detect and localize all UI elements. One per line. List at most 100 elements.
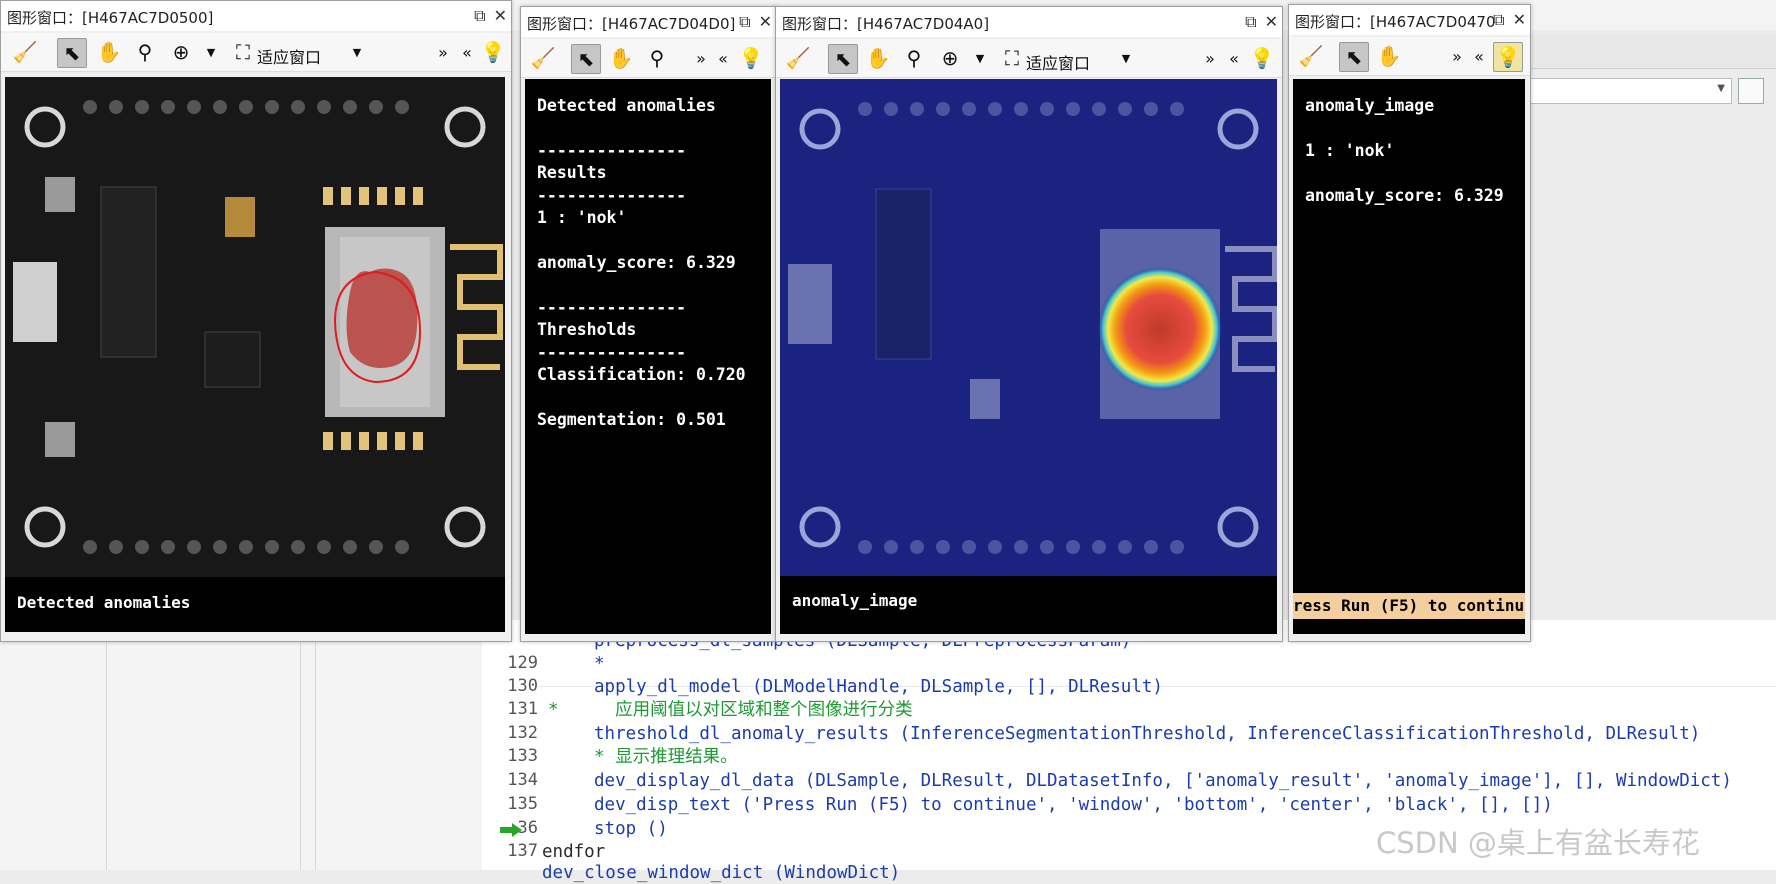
line-number: 133 [507, 746, 538, 766]
chevron-down-icon[interactable]: ▼ [197, 38, 225, 66]
hand-pan-icon[interactable]: ✋ [607, 44, 635, 72]
results-heading: Detected anomalies [537, 96, 716, 115]
collapse-icon[interactable]: « [453, 38, 481, 66]
line-number: 129 [507, 653, 538, 673]
anomaly-heat-region [1098, 267, 1222, 391]
zoom-in-icon[interactable]: ⊕ [167, 38, 195, 66]
window-toolbar: 🧹 ⬉ ✋ ⚲ » « 💡 [521, 39, 776, 78]
graphics-window-2[interactable]: 图形窗口：[H467AC7D04D0] ⧉ ✕ 🧹 ⬉ ✋ ⚲ » « 💡 Det… [520, 6, 777, 642]
pointer-icon[interactable]: ⬉ [1339, 42, 1369, 72]
clear-broom-icon[interactable]: 🧹 [1297, 42, 1325, 70]
bulb-icon[interactable]: 💡 [1248, 44, 1276, 72]
heatmap-image [780, 79, 1278, 576]
hand-pan-icon[interactable]: ✋ [1375, 42, 1403, 70]
zoom-in-icon[interactable]: ⊕ [936, 44, 964, 72]
window-titlebar[interactable]: 图形窗口：[H467AC7D04A0] ⧉ ✕ [776, 7, 1282, 37]
score-line: anomaly_score: 6.329 [537, 253, 736, 272]
window-title: 图形窗口：[H467AC7D04A0] [782, 15, 990, 33]
watermark: CSDN @桌上有盆长寿花 [1376, 826, 1700, 860]
restore-icon[interactable]: ⧉ [1245, 12, 1256, 32]
code-line[interactable]: endfor [542, 841, 605, 863]
image-canvas[interactable]: anomaly_image [780, 79, 1278, 634]
chevron-down-icon: ▼ [1717, 83, 1725, 94]
line-number: 137 [507, 841, 538, 861]
close-icon[interactable]: ✕ [759, 12, 772, 31]
fit-window-icon[interactable]: ⛶ [229, 38, 257, 66]
close-icon[interactable]: ✕ [494, 6, 507, 25]
clear-broom-icon[interactable]: 🧹 [529, 44, 557, 72]
summary-line: anomaly_score: 6.329 [1305, 186, 1504, 205]
code-line[interactable]: threshold_dl_anomaly_results (InferenceS… [594, 723, 1700, 745]
image-canvas[interactable]: Detected anomalies [5, 77, 505, 632]
press-run-text: ress Run (F5) to continu [1293, 593, 1525, 619]
line-number: 131 [507, 699, 538, 719]
summary-line: anomaly_image [1305, 96, 1435, 115]
restore-icon[interactable]: ⧉ [739, 12, 750, 32]
graphics-window-1[interactable]: 图形窗口：[H467AC7D0500] ⧉ ✕ 🧹 ⬉ ✋ ⚲ ⊕ ▼ ⛶ 适应窗… [0, 0, 512, 642]
window-titlebar[interactable]: 图形窗口：[H467AC7D0470 ⧉ ✕ [1289, 5, 1530, 35]
window-toolbar: 🧹 ⬉ ✋ ⚲ ⊕ ▼ ⛶ 适应窗口 ▼ » « 💡 [776, 39, 1282, 78]
text-canvas[interactable]: anomaly_image 1 : 'nok' anomaly_score: 6… [1293, 79, 1525, 634]
text-canvas[interactable]: Detected anomalies --------------- Resul… [525, 79, 771, 634]
magnifier-icon[interactable]: ⚲ [900, 44, 928, 72]
pointer-icon[interactable]: ⬉ [57, 38, 87, 68]
pointer-icon[interactable]: ⬉ [571, 44, 601, 74]
line-number: 130 [507, 676, 538, 696]
clear-broom-icon[interactable]: 🧹 [784, 44, 812, 72]
collapse-icon[interactable]: « [1465, 42, 1493, 70]
code-line-comment[interactable]: * 显示推理结果。 [594, 746, 738, 768]
segmentation-threshold: Segmentation: 0.501 [537, 410, 726, 429]
code-line[interactable]: dev_display_dl_data (DLSample, DLResult,… [594, 770, 1732, 792]
window-title: 图形窗口：[H467AC7D0500] [7, 9, 214, 27]
line-number: 132 [507, 723, 538, 743]
window-titlebar[interactable]: 图形窗口：[H467AC7D04D0] ⧉ ✕ [521, 7, 776, 37]
graphics-window-3[interactable]: 图形窗口：[H467AC7D04A0] ⧉ ✕ 🧹 ⬉ ✋ ⚲ ⊕ ▼ ⛶ 适应窗… [775, 6, 1283, 642]
variable-panel [0, 620, 483, 870]
magnifier-icon[interactable]: ⚲ [131, 38, 159, 66]
window-titlebar[interactable]: 图形窗口：[H467AC7D0500] ⧉ ✕ [1, 1, 511, 31]
collapse-icon[interactable]: « [709, 44, 737, 72]
magnifier-icon[interactable]: ⚲ [643, 44, 671, 72]
collapse-icon[interactable]: « [1220, 44, 1248, 72]
thresholds-label: Thresholds [537, 320, 637, 339]
results-label: Results [537, 163, 607, 182]
window-title: 图形窗口：[H467AC7D04D0] [527, 15, 736, 33]
separator: --------------- [537, 141, 687, 160]
line-number: 135 [507, 794, 538, 814]
window-toolbar: 🧹 ⬉ ✋ ⚲ ⊕ ▼ ⛶ 适应窗口 ▼ » « 💡 [1, 33, 511, 72]
chevron-down-icon[interactable]: ▼ [966, 44, 994, 72]
close-icon[interactable]: ✕ [1265, 12, 1278, 31]
chevron-down-icon[interactable]: ▼ [1112, 44, 1140, 72]
window-title: 图形窗口：[H467AC7D0470 [1295, 13, 1496, 31]
summary-line: 1 : 'nok' [1305, 141, 1395, 160]
classification-threshold: Classification: 0.720 [537, 365, 746, 384]
separator: --------------- [537, 298, 687, 317]
hand-pan-icon[interactable]: ✋ [864, 44, 892, 72]
code-line[interactable]: dev_disp_text ('Press Run (F5) to contin… [594, 794, 1553, 816]
fit-window-label[interactable]: 适应窗口 [257, 44, 321, 68]
code-line-comment[interactable]: 应用阈值以对区域和整个图像进行分类 [594, 699, 913, 721]
bulb-icon[interactable]: 💡 [1493, 42, 1523, 72]
code-line-partial-bottom: dev_close_window_dict (WindowDict) [542, 863, 901, 883]
line-number: 134 [507, 770, 538, 790]
hand-pan-icon[interactable]: ✋ [95, 38, 123, 66]
separator: --------------- [537, 186, 687, 205]
pointer-icon[interactable]: ⬉ [828, 44, 858, 74]
restore-icon[interactable]: ⧉ [474, 6, 485, 26]
class-line: 1 : 'nok' [537, 208, 627, 227]
code-line[interactable]: stop () [594, 818, 668, 840]
bulb-icon[interactable]: 💡 [479, 38, 507, 66]
close-icon[interactable]: ✕ [1513, 10, 1526, 29]
fit-window-icon[interactable]: ⛶ [998, 44, 1026, 72]
comment-marker: * [548, 700, 559, 720]
code-line[interactable]: apply_dl_model (DLModelHandle, DLSample,… [594, 676, 1163, 698]
bulb-icon[interactable]: 💡 [737, 44, 765, 72]
window-caption: Detected anomalies [17, 593, 191, 612]
code-line[interactable]: * [594, 653, 605, 675]
chevron-down-icon[interactable]: ▼ [343, 38, 371, 66]
graphics-window-4[interactable]: 图形窗口：[H467AC7D0470 ⧉ ✕ 🧹 ⬉ ✋ » « 💡 anomal… [1288, 4, 1531, 642]
clear-broom-icon[interactable]: 🧹 [11, 38, 39, 66]
pin-icon[interactable] [1738, 78, 1764, 104]
restore-icon[interactable]: ⧉ [1493, 10, 1504, 30]
fit-window-label[interactable]: 适应窗口 [1026, 50, 1090, 74]
